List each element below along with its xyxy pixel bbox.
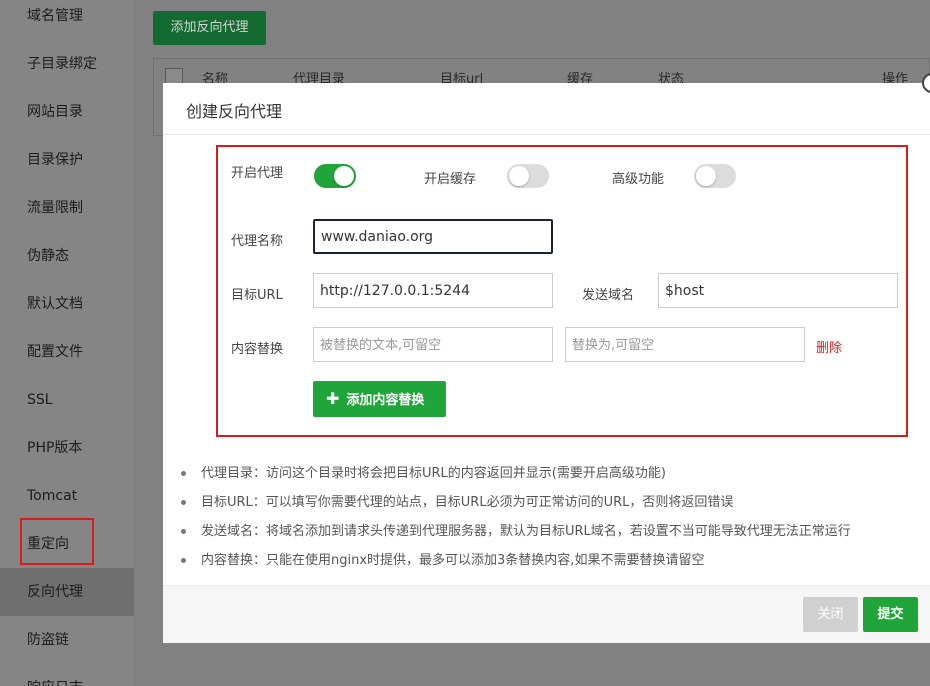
add-content-replace-label: 添加内容替换 (346, 393, 425, 408)
bullet-icon (181, 558, 186, 563)
bullet-icon (181, 529, 186, 534)
enable-proxy-toggle[interactable] (314, 164, 356, 188)
submit-button[interactable]: 提交 (863, 597, 918, 632)
add-content-replace-button[interactable]: ✚ 添加内容替换 (313, 381, 446, 417)
advanced-features-label: 高级功能 (612, 172, 665, 187)
sidebar: 域名管理 子目录绑定 网站目录 目录保护 流量限制 伪静态 默认文档 配置文件 … (0, 0, 134, 686)
help-note-text: 发送域名：将域名添加到请求头传递到代理服务器，默认为目标URL域名，若设置不当可… (201, 524, 851, 539)
send-domain-input[interactable] (658, 273, 898, 308)
close-button[interactable]: 关闭 (803, 597, 858, 632)
sidebar-item-hotlink-protection[interactable]: 防盗链 (0, 616, 134, 664)
advanced-features-toggle[interactable] (694, 164, 736, 188)
enable-proxy-label: 开启代理 (231, 166, 284, 181)
proxy-name-input[interactable] (313, 219, 553, 254)
replace-to-input[interactable] (565, 327, 805, 362)
sidebar-item-tomcat[interactable]: Tomcat (0, 472, 134, 520)
sidebar-item-default-document[interactable]: 默认文档 (0, 280, 134, 328)
toggle-knob (696, 166, 716, 186)
proxy-name-label: 代理名称 (231, 234, 284, 249)
sidebar-item-response-log[interactable]: 响应日志 (0, 664, 134, 686)
help-note-item: 内容替换：只能在使用nginx时提供，最多可以添加3条替换内容,如果不需要替换请… (177, 546, 927, 575)
sidebar-item-rewrite[interactable]: 伪静态 (0, 232, 134, 280)
target-url-input[interactable] (313, 273, 553, 308)
help-note-item: 发送域名：将域名添加到请求头传递到代理服务器，默认为目标URL域名，若设置不当可… (177, 517, 927, 546)
help-note-text: 目标URL：可以填写你需要代理的站点，目标URL必须为可正常访问的URL，否则将… (201, 495, 734, 510)
sidebar-item-directory-protection[interactable]: 目录保护 (0, 136, 134, 184)
bullet-icon (181, 500, 186, 505)
replace-from-input[interactable] (313, 327, 553, 362)
sidebar-item-traffic-limit[interactable]: 流量限制 (0, 184, 134, 232)
bullet-icon (181, 471, 186, 476)
plus-icon: ✚ (326, 389, 340, 408)
toggle-knob (509, 166, 529, 186)
help-notes: 代理目录：访问这个目录时将会把目标URL的内容返回并显示(需要开启高级功能) 目… (177, 459, 927, 575)
help-note-item: 目标URL：可以填写你需要代理的站点，目标URL必须为可正常访问的URL，否则将… (177, 488, 927, 517)
redirect-highlight-box (20, 518, 94, 565)
dialog-title: 创建反向代理 (186, 102, 283, 121)
sidebar-item-php-version[interactable]: PHP版本 (0, 424, 134, 472)
sidebar-item-ssl[interactable]: SSL (0, 376, 134, 424)
enable-cache-label: 开启缓存 (424, 172, 477, 187)
help-note-item: 代理目录：访问这个目录时将会把目标URL的内容返回并显示(需要开启高级功能) (177, 459, 927, 488)
dialog-footer: 关闭 提交 (163, 585, 930, 643)
create-reverse-proxy-dialog: 创建反向代理 开启代理 开启缓存 高级功能 代理名称 目标URL 发送域名 内容… (163, 83, 930, 643)
sidebar-item-subdirectory-binding[interactable]: 子目录绑定 (0, 40, 134, 88)
delete-replace-link[interactable]: 删除 (816, 337, 842, 356)
toggle-knob (334, 166, 354, 186)
add-reverse-proxy-button[interactable]: 添加反向代理 (153, 11, 266, 45)
help-note-text: 代理目录：访问这个目录时将会把目标URL的内容返回并显示(需要开启高级功能) (201, 466, 666, 481)
target-url-label: 目标URL (231, 288, 283, 303)
help-note-text: 内容替换：只能在使用nginx时提供，最多可以添加3条替换内容,如果不需要替换请… (201, 553, 705, 568)
sidebar-item-site-directory[interactable]: 网站目录 (0, 88, 134, 136)
send-domain-label: 发送域名 (582, 288, 635, 303)
sidebar-item-domain-management[interactable]: 域名管理 (0, 0, 134, 40)
enable-cache-toggle[interactable] (507, 164, 549, 188)
dialog-header: 创建反向代理 (163, 83, 930, 135)
sidebar-item-reverse-proxy[interactable]: 反向代理 (0, 568, 134, 616)
content-replace-label: 内容替换 (231, 342, 284, 357)
sidebar-item-config-file[interactable]: 配置文件 (0, 328, 134, 376)
